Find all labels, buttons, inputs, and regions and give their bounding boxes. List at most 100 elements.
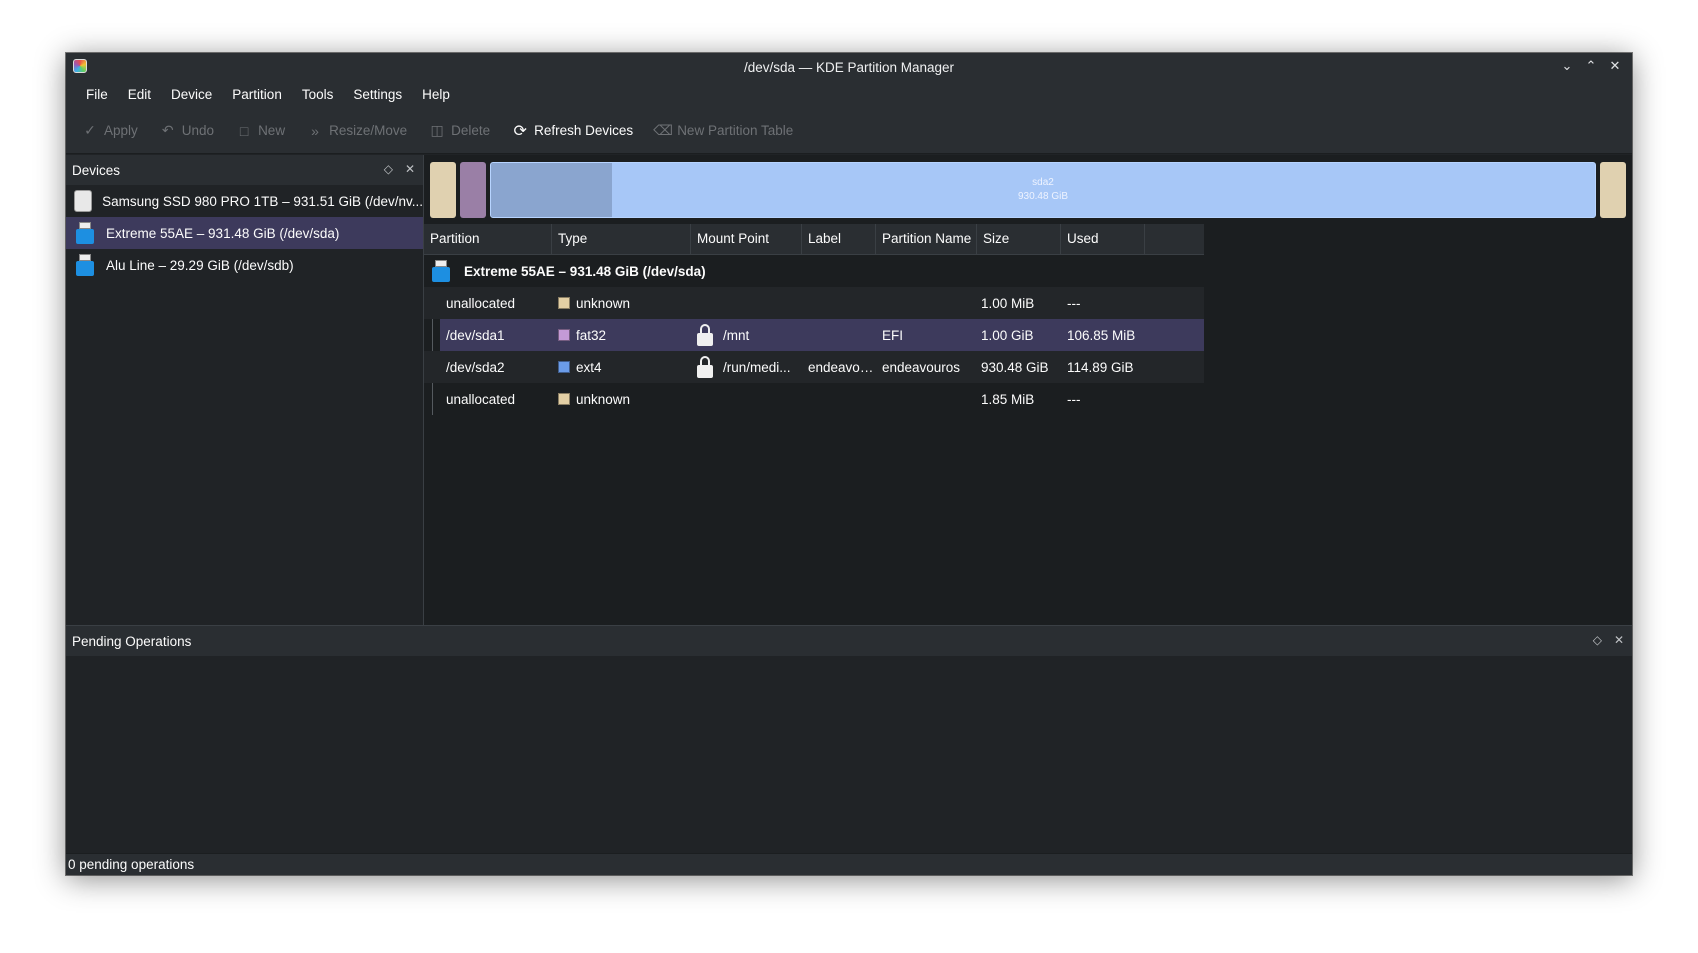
cell-type: unknown [552, 296, 691, 311]
cell-mount-point: /mnt [691, 324, 802, 346]
new-button[interactable]: □ New [236, 123, 285, 139]
new-label: New [258, 123, 286, 138]
title-bar[interactable]: /dev/sda — KDE Partition Manager ⌄ ⌃ ✕ [66, 53, 1632, 81]
device-row[interactable]: Extreme 55AE – 931.48 GiB (/dev/sda) [424, 255, 1632, 287]
close-panel-icon[interactable]: ✕ [1614, 633, 1624, 647]
device-label: Extreme 55AE – 931.48 GiB (/dev/sda) [106, 225, 340, 241]
menu-settings[interactable]: Settings [343, 87, 412, 102]
table-header: Partition Type Mount Point Label Partiti… [424, 224, 1204, 255]
device-label: Alu Line – 29.29 GiB (/dev/sdb) [106, 257, 294, 273]
close-panel-icon[interactable]: ✕ [405, 162, 415, 176]
segment-size: 930.48 GiB [1017, 191, 1069, 202]
maximize-icon[interactable]: ⌃ [1582, 57, 1600, 75]
refresh-devices-button[interactable]: ⟳ Refresh Devices [512, 123, 634, 140]
device-row-label: Extreme 55AE – 931.48 GiB (/dev/sda) [464, 263, 706, 279]
device-label: Samsung SSD 980 PRO 1TB – 931.51 GiB (/d… [102, 193, 423, 209]
header-partition[interactable]: Partition [424, 224, 552, 254]
resize-move-label: Resize/Move [329, 123, 408, 138]
partition-graph: sda2 930.48 GiB [430, 162, 1626, 218]
menu-partition[interactable]: Partition [222, 87, 292, 102]
resize-move-icon: » [311, 122, 319, 139]
device-item-extreme[interactable]: Extreme 55AE – 931.48 GiB (/dev/sda) [66, 217, 423, 249]
trash-icon: ◫ [430, 122, 444, 138]
partition-table: Extreme 55AE – 931.48 GiB (/dev/sda) una… [424, 255, 1632, 415]
device-item-alu-line[interactable]: Alu Line – 29.29 GiB (/dev/sdb) [66, 249, 423, 281]
pending-operations-title: Pending Operations [72, 633, 192, 649]
usb-drive-icon [76, 254, 94, 276]
graph-segment-sda1[interactable] [460, 162, 486, 218]
main-window: /dev/sda — KDE Partition Manager ⌄ ⌃ ✕ F… [66, 53, 1632, 875]
cell-mount-point: /run/medi... [691, 356, 802, 378]
menu-tools[interactable]: Tools [292, 87, 344, 102]
float-panel-icon[interactable]: ◇ [384, 162, 393, 176]
minimize-icon[interactable]: ⌄ [1558, 57, 1576, 75]
menu-device[interactable]: Device [161, 87, 222, 102]
cell-used: --- [1067, 295, 1081, 311]
menu-edit[interactable]: Edit [118, 87, 161, 102]
header-label[interactable]: Label [802, 224, 876, 254]
graph-segment-unallocated-end[interactable] [1600, 162, 1626, 218]
mount-label: /run/medi... [723, 359, 791, 375]
status-bar: 0 pending operations [66, 853, 1632, 875]
devices-title: Devices [72, 162, 121, 178]
clear-table-icon: ⌫ [653, 122, 674, 138]
app-icon [73, 59, 87, 73]
device-item-samsung[interactable]: Samsung SSD 980 PRO 1TB – 931.51 GiB (/d… [66, 185, 423, 217]
cell-type: ext4 [552, 360, 691, 375]
type-label: ext4 [576, 359, 602, 375]
header-mount-point[interactable]: Mount Point [691, 224, 802, 254]
menu-file[interactable]: File [76, 87, 118, 102]
type-label: unknown [576, 391, 631, 407]
apply-button[interactable]: ✓ Apply [82, 122, 138, 139]
cell-partition-name: EFI [882, 327, 904, 343]
close-icon[interactable]: ✕ [1606, 57, 1624, 75]
cell-partition: unallocated [446, 391, 516, 407]
type-label: unknown [576, 295, 631, 311]
header-used[interactable]: Used [1061, 224, 1145, 254]
usb-drive-icon [76, 222, 94, 244]
cell-label: endeavou... [808, 359, 876, 375]
window-title: /dev/sda — KDE Partition Manager [743, 59, 955, 75]
table-row[interactable]: unallocated unknown 1.00 MiB --- [424, 287, 1204, 319]
header-partition-name[interactable]: Partition Name [876, 224, 977, 254]
cell-partition: /dev/sda1 [446, 327, 505, 343]
partition-view: sda2 930.48 GiB Partition Type Mount Poi… [424, 155, 1632, 625]
graph-segment-unallocated[interactable] [430, 162, 456, 218]
cell-size: 930.48 GiB [981, 359, 1049, 375]
cell-used: --- [1067, 391, 1081, 407]
devices-panel: Devices ◇ ✕ Samsung SSD 980 PRO 1TB – 93… [66, 155, 424, 625]
cell-size: 1.85 MiB [981, 391, 1035, 407]
cell-partition-name: endeavouros [882, 359, 961, 375]
type-color-swatch [558, 328, 570, 341]
devices-panel-header: Devices ◇ ✕ [66, 155, 423, 185]
cell-partition: unallocated [446, 295, 516, 311]
table-row[interactable]: /dev/sda2 ext4 /run/medi... endeavou... … [424, 351, 1204, 383]
delete-button[interactable]: ◫ Delete [429, 122, 491, 139]
lock-icon [697, 324, 713, 346]
header-size[interactable]: Size [977, 224, 1061, 254]
type-color-swatch [558, 360, 570, 373]
float-panel-icon[interactable]: ◇ [1593, 633, 1602, 647]
resize-move-button[interactable]: » Resize/Move [307, 123, 407, 139]
menu-bar: File Edit Device Partition Tools Setting… [66, 81, 1632, 108]
table-row[interactable]: unallocated unknown 1.85 MiB --- [424, 383, 1204, 415]
cell-partition: /dev/sda2 [446, 359, 505, 375]
menu-help[interactable]: Help [412, 87, 460, 102]
new-document-icon: □ [239, 122, 249, 139]
status-text: 0 pending operations [68, 857, 195, 872]
graph-segment-sda2[interactable]: sda2 930.48 GiB [490, 162, 1596, 218]
new-partition-table-button[interactable]: ⌫ New Partition Table [653, 122, 793, 139]
delete-label: Delete [451, 123, 491, 138]
undo-button[interactable]: ↶ Undo [160, 122, 215, 139]
lock-icon [697, 356, 713, 378]
checkmark-icon: ✓ [84, 122, 96, 138]
refresh-devices-label: Refresh Devices [534, 123, 634, 138]
table-row[interactable]: /dev/sda1 fat32 /mnt EFI 1.00 GiB 106.85… [440, 319, 1204, 351]
segment-label: sda2 [1032, 177, 1054, 188]
cell-type: unknown [552, 392, 691, 407]
cell-size: 1.00 MiB [981, 295, 1035, 311]
header-type[interactable]: Type [552, 224, 691, 254]
mount-label: /mnt [723, 327, 750, 343]
undo-label: Undo [181, 123, 215, 138]
type-color-swatch [558, 296, 570, 309]
